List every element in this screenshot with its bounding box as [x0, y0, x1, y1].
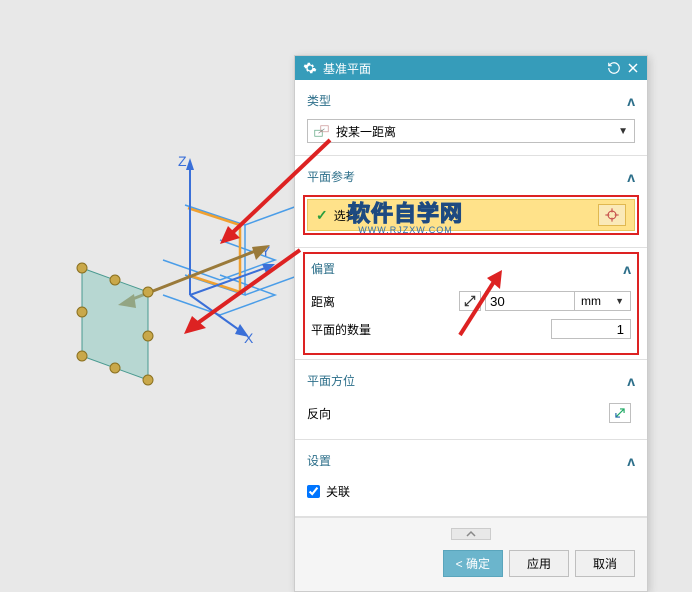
chevron-up-icon: ᴧ — [627, 93, 635, 109]
callout-arrow-1 — [120, 130, 360, 250]
associative-checkbox-row[interactable]: 关联 — [307, 479, 635, 504]
dropdown-arrow-icon: ▼ — [615, 296, 624, 306]
section-orient-title: 平面方位 — [307, 372, 355, 389]
plane-count-input[interactable] — [551, 319, 631, 339]
chevron-up-icon: ᴧ — [623, 261, 631, 277]
section-type-header[interactable]: 类型 ᴧ — [307, 88, 635, 113]
callout-arrow-3 — [440, 265, 530, 345]
reset-icon[interactable] — [607, 61, 621, 75]
cancel-button[interactable]: 取消 — [575, 550, 635, 577]
watermark: 软件自学网 WWW.RJZXW.COM — [348, 196, 463, 235]
dropdown-arrow-icon: ▼ — [618, 126, 628, 137]
chevron-up-icon: ᴧ — [627, 373, 635, 389]
dialog-header[interactable]: 基准平面 — [295, 56, 647, 80]
expand-toggle[interactable] — [451, 528, 491, 540]
dialog-title: 基准平面 — [323, 60, 601, 77]
unit-label: mm — [581, 294, 601, 308]
reverse-label: 反向 — [307, 405, 397, 422]
chevron-up-icon: ᴧ — [627, 169, 635, 185]
associative-label: 关联 — [326, 483, 350, 500]
gear-icon — [303, 61, 317, 75]
unit-dropdown[interactable]: mm ▼ — [575, 291, 631, 311]
apply-button[interactable]: 应用 — [509, 550, 569, 577]
ok-button[interactable]: 确定 — [443, 550, 503, 577]
reverse-direction-button[interactable] — [609, 403, 631, 423]
associative-checkbox[interactable] — [307, 485, 320, 498]
section-orientation: 平面方位 ᴧ 反向 — [295, 360, 647, 440]
close-icon[interactable] — [627, 62, 639, 74]
callout-arrow-2 — [130, 240, 330, 360]
section-settings-header[interactable]: 设置 ᴧ — [307, 448, 635, 473]
chevron-up-icon: ᴧ — [627, 453, 635, 469]
section-type-title: 类型 — [307, 92, 331, 109]
select-target-button[interactable] — [598, 204, 626, 226]
section-orient-header[interactable]: 平面方位 ᴧ — [307, 368, 635, 393]
section-settings: 设置 ᴧ 关联 — [295, 440, 647, 517]
section-settings-title: 设置 — [307, 452, 331, 469]
